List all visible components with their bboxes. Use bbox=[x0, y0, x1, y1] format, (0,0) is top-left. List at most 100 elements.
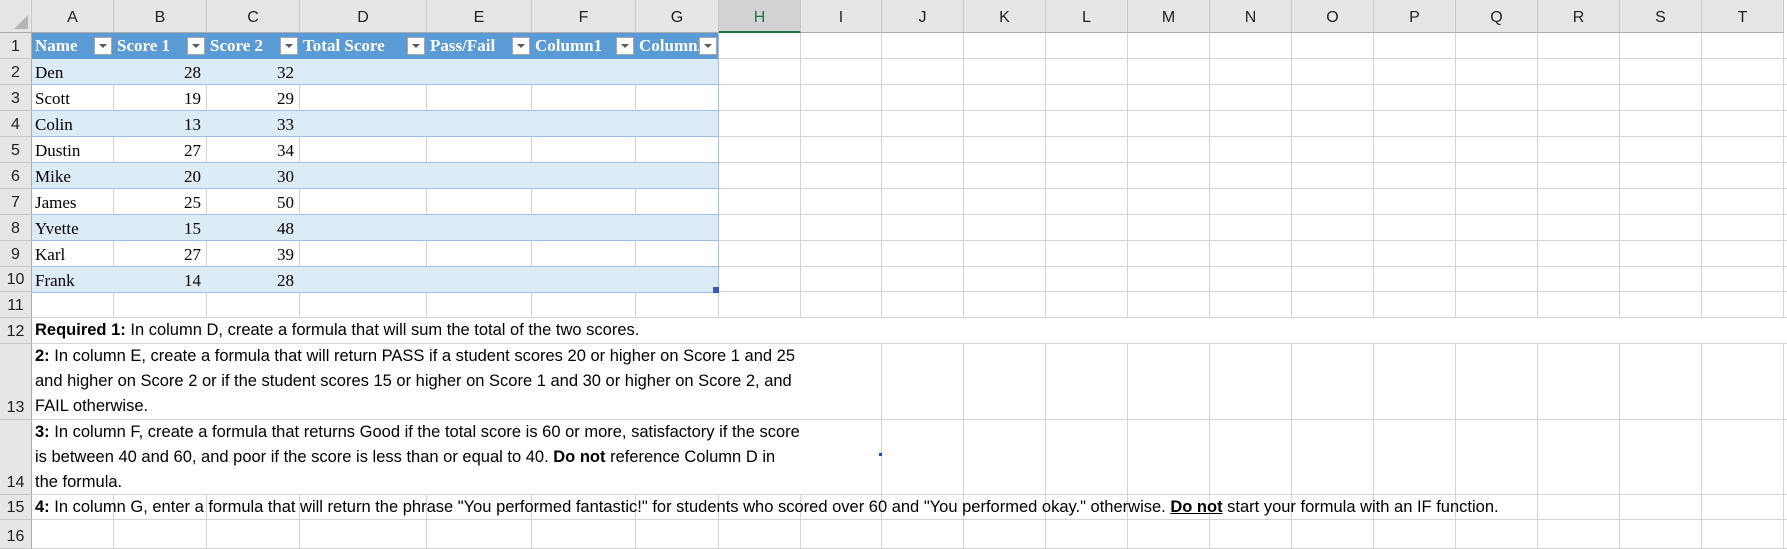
column-header-n[interactable]: N bbox=[1210, 0, 1292, 33]
cell-empty[interactable] bbox=[636, 59, 719, 85]
cell-score1[interactable]: 25 bbox=[114, 189, 207, 215]
column-header-q[interactable]: Q bbox=[1456, 0, 1538, 33]
table-header-cell[interactable]: Score 2 bbox=[207, 33, 300, 59]
row-header-16[interactable]: 16 bbox=[0, 520, 32, 549]
column-header-i[interactable]: I bbox=[801, 0, 882, 33]
cell-name[interactable]: Dustin bbox=[32, 137, 114, 163]
cell-score2[interactable]: 29 bbox=[207, 85, 300, 111]
filter-dropdown-icon[interactable] bbox=[616, 37, 634, 55]
table-header-cell[interactable]: Name bbox=[32, 33, 114, 59]
cell-empty[interactable] bbox=[636, 267, 719, 293]
filter-dropdown-icon[interactable] bbox=[187, 37, 205, 55]
column-header-t[interactable]: T bbox=[1702, 0, 1784, 33]
table-header-cell[interactable]: Column1 bbox=[532, 33, 636, 59]
cell-empty[interactable] bbox=[636, 137, 719, 163]
cell-score1[interactable]: 13 bbox=[114, 111, 207, 137]
column-header-r[interactable]: R bbox=[1538, 0, 1620, 33]
cell-empty[interactable] bbox=[427, 111, 532, 137]
cell-empty[interactable] bbox=[300, 59, 427, 85]
table-header-cell[interactable]: Score 1 bbox=[114, 33, 207, 59]
row-header-5[interactable]: 5 bbox=[0, 137, 32, 163]
column-header-f[interactable]: F bbox=[532, 0, 636, 33]
row-header-1[interactable]: 1 bbox=[0, 33, 32, 59]
cell-empty[interactable] bbox=[300, 267, 427, 293]
cell-empty[interactable] bbox=[300, 85, 427, 111]
cell-empty[interactable] bbox=[532, 267, 636, 293]
cell-empty[interactable] bbox=[300, 137, 427, 163]
cell-empty[interactable] bbox=[532, 85, 636, 111]
row-header-12[interactable]: 12 bbox=[0, 318, 32, 344]
cell-score2[interactable]: 32 bbox=[207, 59, 300, 85]
cell-empty[interactable] bbox=[636, 85, 719, 111]
cell-empty[interactable] bbox=[300, 111, 427, 137]
cell-score2[interactable]: 39 bbox=[207, 241, 300, 267]
cell-empty[interactable] bbox=[300, 163, 427, 189]
cell-score2[interactable]: 33 bbox=[207, 111, 300, 137]
cell-empty[interactable] bbox=[532, 241, 636, 267]
cell-score2[interactable]: 28 bbox=[207, 267, 300, 293]
row-header-10[interactable]: 10 bbox=[0, 267, 32, 292]
row-header-3[interactable]: 3 bbox=[0, 85, 32, 111]
column-header-l[interactable]: L bbox=[1046, 0, 1128, 33]
cell-score1[interactable]: 20 bbox=[114, 163, 207, 189]
select-all-button[interactable] bbox=[0, 0, 32, 33]
table-header-cell[interactable]: Column2 bbox=[636, 33, 719, 59]
filter-dropdown-icon[interactable] bbox=[512, 37, 530, 55]
row-header-6[interactable]: 6 bbox=[0, 163, 32, 189]
cell-score1[interactable]: 14 bbox=[114, 267, 207, 293]
cell-empty[interactable] bbox=[532, 215, 636, 241]
note-required-4[interactable]: 4: In column G, enter a formula that wil… bbox=[32, 495, 1499, 519]
cell-name[interactable]: Frank bbox=[32, 267, 114, 293]
column-header-c[interactable]: C bbox=[207, 0, 300, 33]
column-header-m[interactable]: M bbox=[1128, 0, 1210, 33]
cell-score1[interactable]: 27 bbox=[114, 137, 207, 163]
cell-empty[interactable] bbox=[427, 163, 532, 189]
cell-score2[interactable]: 30 bbox=[207, 163, 300, 189]
cell-name[interactable]: Mike bbox=[32, 163, 114, 189]
column-header-g[interactable]: G bbox=[636, 0, 719, 33]
cell-name[interactable]: James bbox=[32, 189, 114, 215]
column-header-p[interactable]: P bbox=[1374, 0, 1456, 33]
column-header-o[interactable]: O bbox=[1292, 0, 1374, 33]
cell-name[interactable]: Den bbox=[32, 59, 114, 85]
row-header-8[interactable]: 8 bbox=[0, 215, 32, 241]
column-header-j[interactable]: J bbox=[882, 0, 964, 33]
cell-empty[interactable] bbox=[427, 137, 532, 163]
table-header-cell[interactable]: Pass/Fail bbox=[427, 33, 532, 59]
cell-empty[interactable] bbox=[532, 163, 636, 189]
cell-empty[interactable] bbox=[427, 85, 532, 111]
cell-empty[interactable] bbox=[532, 111, 636, 137]
note-required-3[interactable]: 3: In column F, create a formula that re… bbox=[32, 420, 801, 494]
table-header-cell[interactable]: Total Score bbox=[300, 33, 427, 59]
cell-empty[interactable] bbox=[300, 215, 427, 241]
cell-empty[interactable] bbox=[636, 163, 719, 189]
cell-empty[interactable] bbox=[427, 189, 532, 215]
column-header-b[interactable]: B bbox=[114, 0, 207, 33]
cell-name[interactable]: Colin bbox=[32, 111, 114, 137]
column-header-k[interactable]: K bbox=[964, 0, 1046, 33]
cell-name[interactable]: Karl bbox=[32, 241, 114, 267]
filter-dropdown-icon[interactable] bbox=[94, 37, 112, 55]
cell-empty[interactable] bbox=[427, 267, 532, 293]
row-header-14[interactable]: 14 bbox=[0, 420, 32, 495]
row-header-13[interactable]: 13 bbox=[0, 344, 32, 420]
cell-empty[interactable] bbox=[427, 59, 532, 85]
cell-name[interactable]: Scott bbox=[32, 85, 114, 111]
row-header-7[interactable]: 7 bbox=[0, 189, 32, 215]
cell-empty[interactable] bbox=[300, 189, 427, 215]
cell-score1[interactable]: 28 bbox=[114, 59, 207, 85]
column-header-a[interactable]: A bbox=[32, 0, 114, 33]
cell-score1[interactable]: 15 bbox=[114, 215, 207, 241]
cell-empty[interactable] bbox=[427, 215, 532, 241]
cell-score1[interactable]: 27 bbox=[114, 241, 207, 267]
cell-empty[interactable] bbox=[532, 189, 636, 215]
cell-empty[interactable] bbox=[427, 241, 532, 267]
column-header-h[interactable]: H bbox=[719, 0, 801, 33]
row-header-2[interactable]: 2 bbox=[0, 59, 32, 85]
row-header-9[interactable]: 9 bbox=[0, 241, 32, 267]
column-header-s[interactable]: S bbox=[1620, 0, 1702, 33]
column-header-d[interactable]: D bbox=[300, 0, 427, 33]
filter-dropdown-icon[interactable] bbox=[407, 37, 425, 55]
cell-score2[interactable]: 50 bbox=[207, 189, 300, 215]
cell-score1[interactable]: 19 bbox=[114, 85, 207, 111]
